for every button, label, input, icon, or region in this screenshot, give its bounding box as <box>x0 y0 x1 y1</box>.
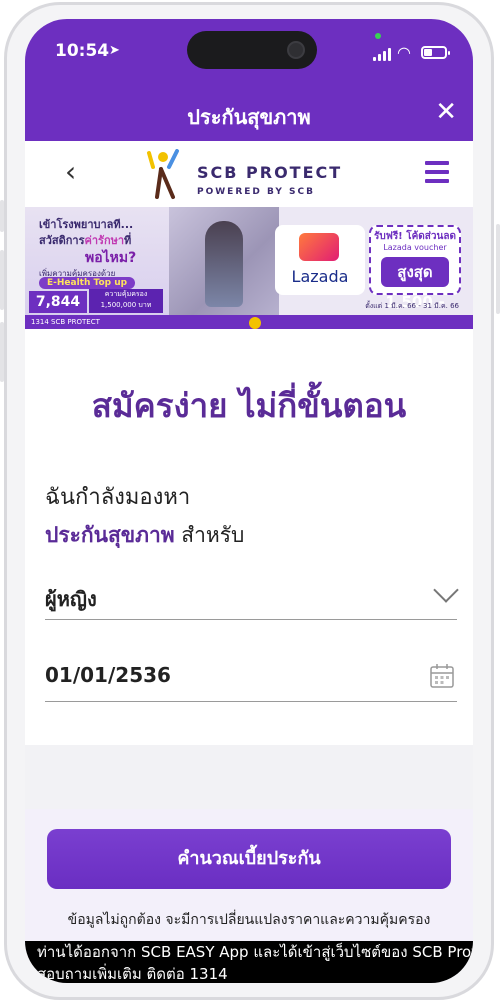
voucher-ticket: รับฟรี! โค้ดส่วนลด Lazada voucher สูงสุด… <box>369 225 461 311</box>
gender-value: ผู้หญิง <box>45 587 97 611</box>
page-title: ประกันสุขภาพ <box>187 105 311 129</box>
location-arrow-icon: ➤ <box>109 43 120 58</box>
back-chevron-icon[interactable]: ‹ <box>65 155 76 188</box>
banner-person-image <box>205 221 243 307</box>
camera-icon <box>287 41 305 59</box>
hamburger-menu-icon[interactable] <box>425 161 449 183</box>
scb-protect-logo-icon <box>147 149 179 199</box>
phone-screen: 10:54 ➤ ◠ ประกันสุขภาพ ✕ ‹ SCB PROTECT P… <box>25 19 473 983</box>
notice-ticker: ท่านได้ออกจาก SCB EASY App และได้เข้าสู่… <box>25 941 473 983</box>
banner-line-3: พอไหม? <box>85 250 137 266</box>
status-time: 10:54 <box>55 41 110 61</box>
calendar-icon[interactable] <box>429 663 455 689</box>
title-bar: ประกันสุขภาพ ✕ <box>25 89 473 139</box>
cellular-signal-icon <box>373 47 393 61</box>
birthdate-value: 01/01/2536 <box>45 663 171 687</box>
lazada-name: Lazada <box>291 267 349 286</box>
status-bar: 10:54 ➤ ◠ <box>25 19 473 77</box>
carousel-dot-active[interactable] <box>249 317 261 329</box>
ticker-line-2: สอบถามเพิ่มเติม ติดต่อ 1314 <box>37 965 228 983</box>
voucher-amount: สูงสุด 1,500.- <box>381 257 449 311</box>
ticker-line-1: ท่านได้ออกจาก SCB EASY App และได้เข้าสู่… <box>37 943 473 961</box>
chevron-down-icon <box>433 577 459 603</box>
phone-power-button <box>496 224 500 314</box>
promo-date: ตั้งแต่ 1 มี.ค. 66 - 31 มี.ค. 66 <box>365 302 459 310</box>
battery-icon <box>421 46 450 59</box>
banner-coverage: ความคุ้มครอง 1,500,000 บาท <box>89 289 163 313</box>
banner-text-panel: เข้าโรงพยาบาลที... สวัสดิการค่ารักษาที่ … <box>25 207 169 315</box>
product-suffix: สำหรับ <box>174 523 245 547</box>
brand-powered-by: POWERED BY SCB <box>197 187 315 197</box>
lazada-heart-icon <box>299 233 339 261</box>
lazada-card: Lazada <box>275 225 365 295</box>
headline: สมัครง่าย ไม่กี่ขั้นตอน <box>91 386 407 425</box>
banner-price: 7,844 <box>29 291 87 313</box>
privacy-indicator <box>375 33 381 39</box>
brand-name: SCB PROTECT <box>197 163 343 182</box>
spacer-band <box>25 745 473 809</box>
disclaimer-text: ข้อมูลไม่ถูกต้อง จะมีการเปลี่ยนแปลงราคาแ… <box>67 912 431 928</box>
wifi-icon: ◠ <box>397 43 411 62</box>
quote-form: สมัครง่าย ไม่กี่ขั้นตอน ฉันกำลังมองหา ปร… <box>25 329 473 745</box>
product-name: ประกันสุขภาพ <box>45 523 175 547</box>
looking-for-label: ฉันกำลังมองหา <box>45 485 191 510</box>
dynamic-island <box>187 31 317 69</box>
birthdate-field[interactable]: 01/01/2536 <box>45 655 457 702</box>
close-icon[interactable]: ✕ <box>435 97 457 127</box>
voucher-name: Lazada voucher <box>383 243 447 252</box>
calculate-premium-button[interactable]: คำนวณเบี้ยประกัน <box>47 829 451 889</box>
banner-product-pill: E-Health Top up <box>39 277 136 289</box>
brand-bar: ‹ SCB PROTECT POWERED BY SCB <box>25 141 473 207</box>
voucher-free-text: รับฟรี! โค้ดส่วนลด <box>374 231 456 242</box>
gender-select[interactable]: ผู้หญิง <box>45 575 459 620</box>
phone-frame: 10:54 ➤ ◠ ประกันสุขภาพ ✕ ‹ SCB PROTECT P… <box>4 2 494 1000</box>
product-line: ประกันสุขภาพ สำหรับ <box>45 519 244 552</box>
promo-banner[interactable]: เข้าโรงพยาบาลที... สวัสดิการค่ารักษาที่ … <box>25 207 473 329</box>
